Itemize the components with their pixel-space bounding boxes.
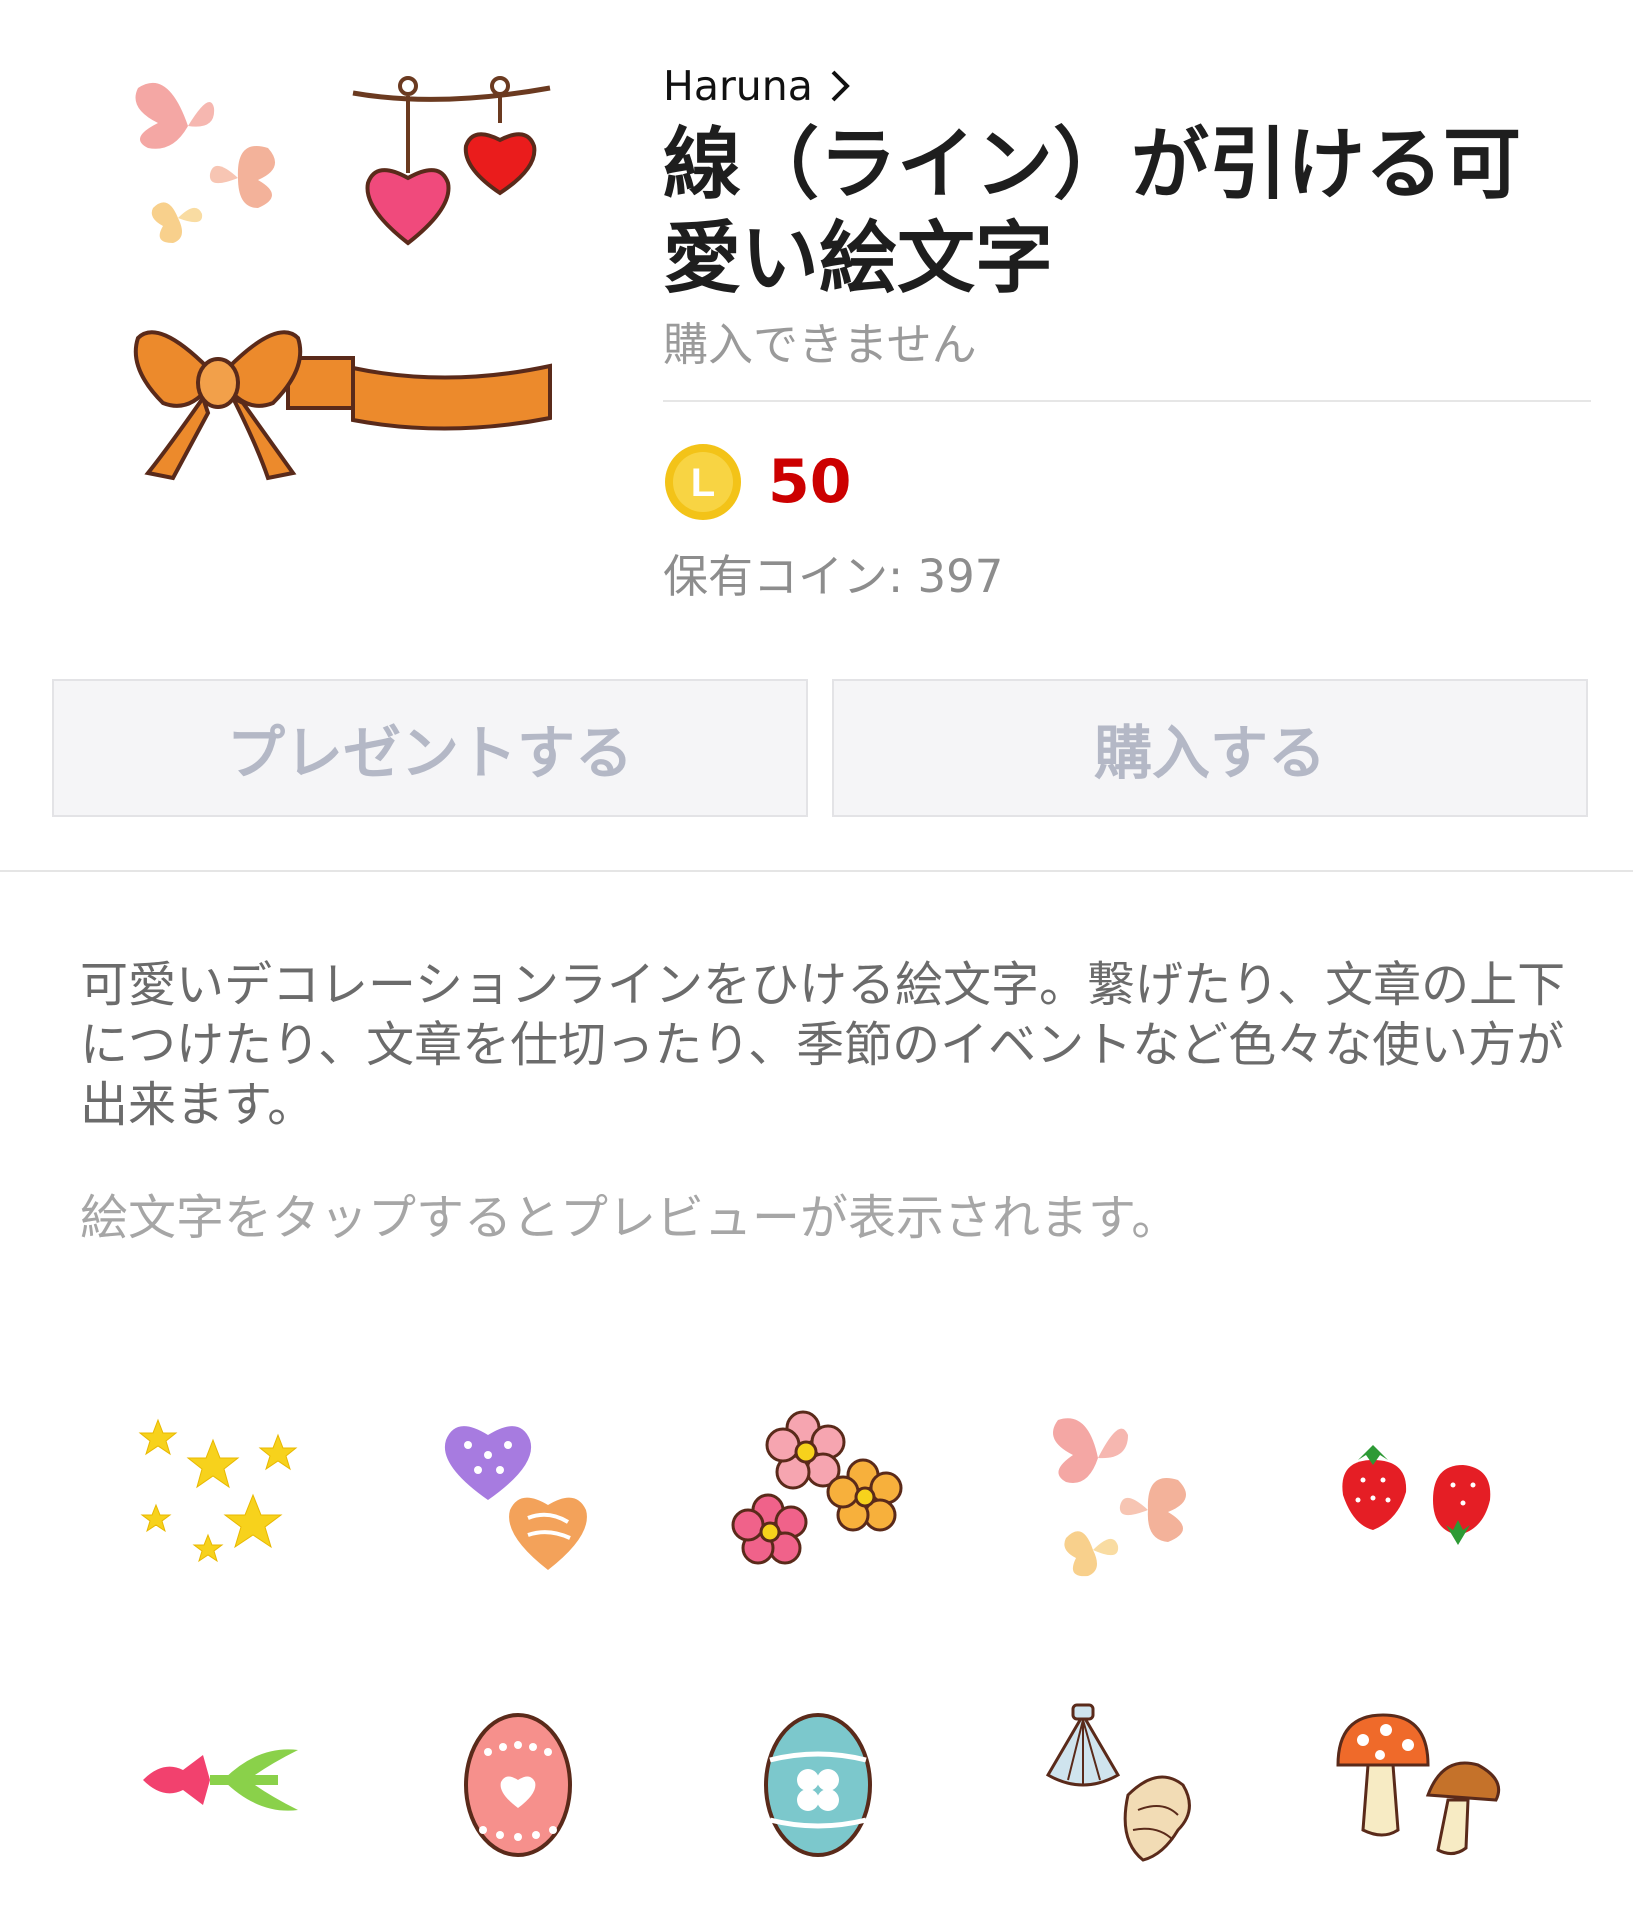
owned-coins: 保有コイン: 397 xyxy=(663,550,1004,603)
ribbon-band-icon xyxy=(351,363,552,431)
gift-button[interactable]: プレゼントする xyxy=(52,679,808,817)
svg-text:L: L xyxy=(691,461,715,505)
mushrooms-icon xyxy=(1336,1713,1501,1855)
availability-status: 購入できません xyxy=(663,318,977,371)
divider xyxy=(663,400,1591,402)
price: 50 xyxy=(768,447,852,517)
product-title: 線（ライン）が引ける可愛い絵文字 xyxy=(663,120,1522,304)
section-divider xyxy=(0,870,1633,872)
chevron-right-icon xyxy=(831,70,850,102)
emoji-cell[interactable] xyxy=(1268,1635,1568,1925)
preview-hint: 絵文字をタップするとプレビューが表示されます。 xyxy=(80,1190,1180,1246)
pink-easter-egg-icon xyxy=(464,1713,572,1857)
coin-icon: L xyxy=(665,444,741,520)
emoji-cell[interactable] xyxy=(668,1345,968,1635)
flowers-icon xyxy=(731,1410,903,1565)
ribbon-bow-icon xyxy=(133,330,355,481)
blue-easter-egg-icon xyxy=(764,1713,872,1857)
buy-button[interactable]: 購入する xyxy=(832,679,1588,817)
seashells-icon xyxy=(1045,1703,1191,1862)
emoji-cell[interactable] xyxy=(368,1635,668,1925)
emoji-cell[interactable] xyxy=(968,1635,1268,1925)
author-name: Haruna xyxy=(663,62,813,110)
hearts-icon xyxy=(444,1426,587,1570)
emoji-grid xyxy=(68,1345,1568,1925)
hanging-hearts-icon xyxy=(352,76,551,246)
author-link[interactable]: Haruna xyxy=(663,62,855,110)
strawberries-icon xyxy=(1342,1445,1491,1545)
product-thumbnail xyxy=(118,68,558,508)
emoji-cell[interactable] xyxy=(1268,1345,1568,1635)
butterflies-icon xyxy=(1053,1418,1186,1577)
stars-icon xyxy=(138,1418,298,1563)
tulip-icon xyxy=(143,1749,298,1811)
emoji-cell[interactable] xyxy=(668,1635,968,1925)
emoji-cell[interactable] xyxy=(968,1345,1268,1635)
emoji-cell[interactable] xyxy=(68,1635,368,1925)
butterflies-icon xyxy=(135,82,276,243)
emoji-cell[interactable] xyxy=(68,1345,368,1635)
emoji-cell[interactable] xyxy=(368,1345,668,1635)
product-description: 可愛いデコレーションラインをひける絵文字。繋げたり、文章の上下につけたり、文章を… xyxy=(80,957,1566,1133)
